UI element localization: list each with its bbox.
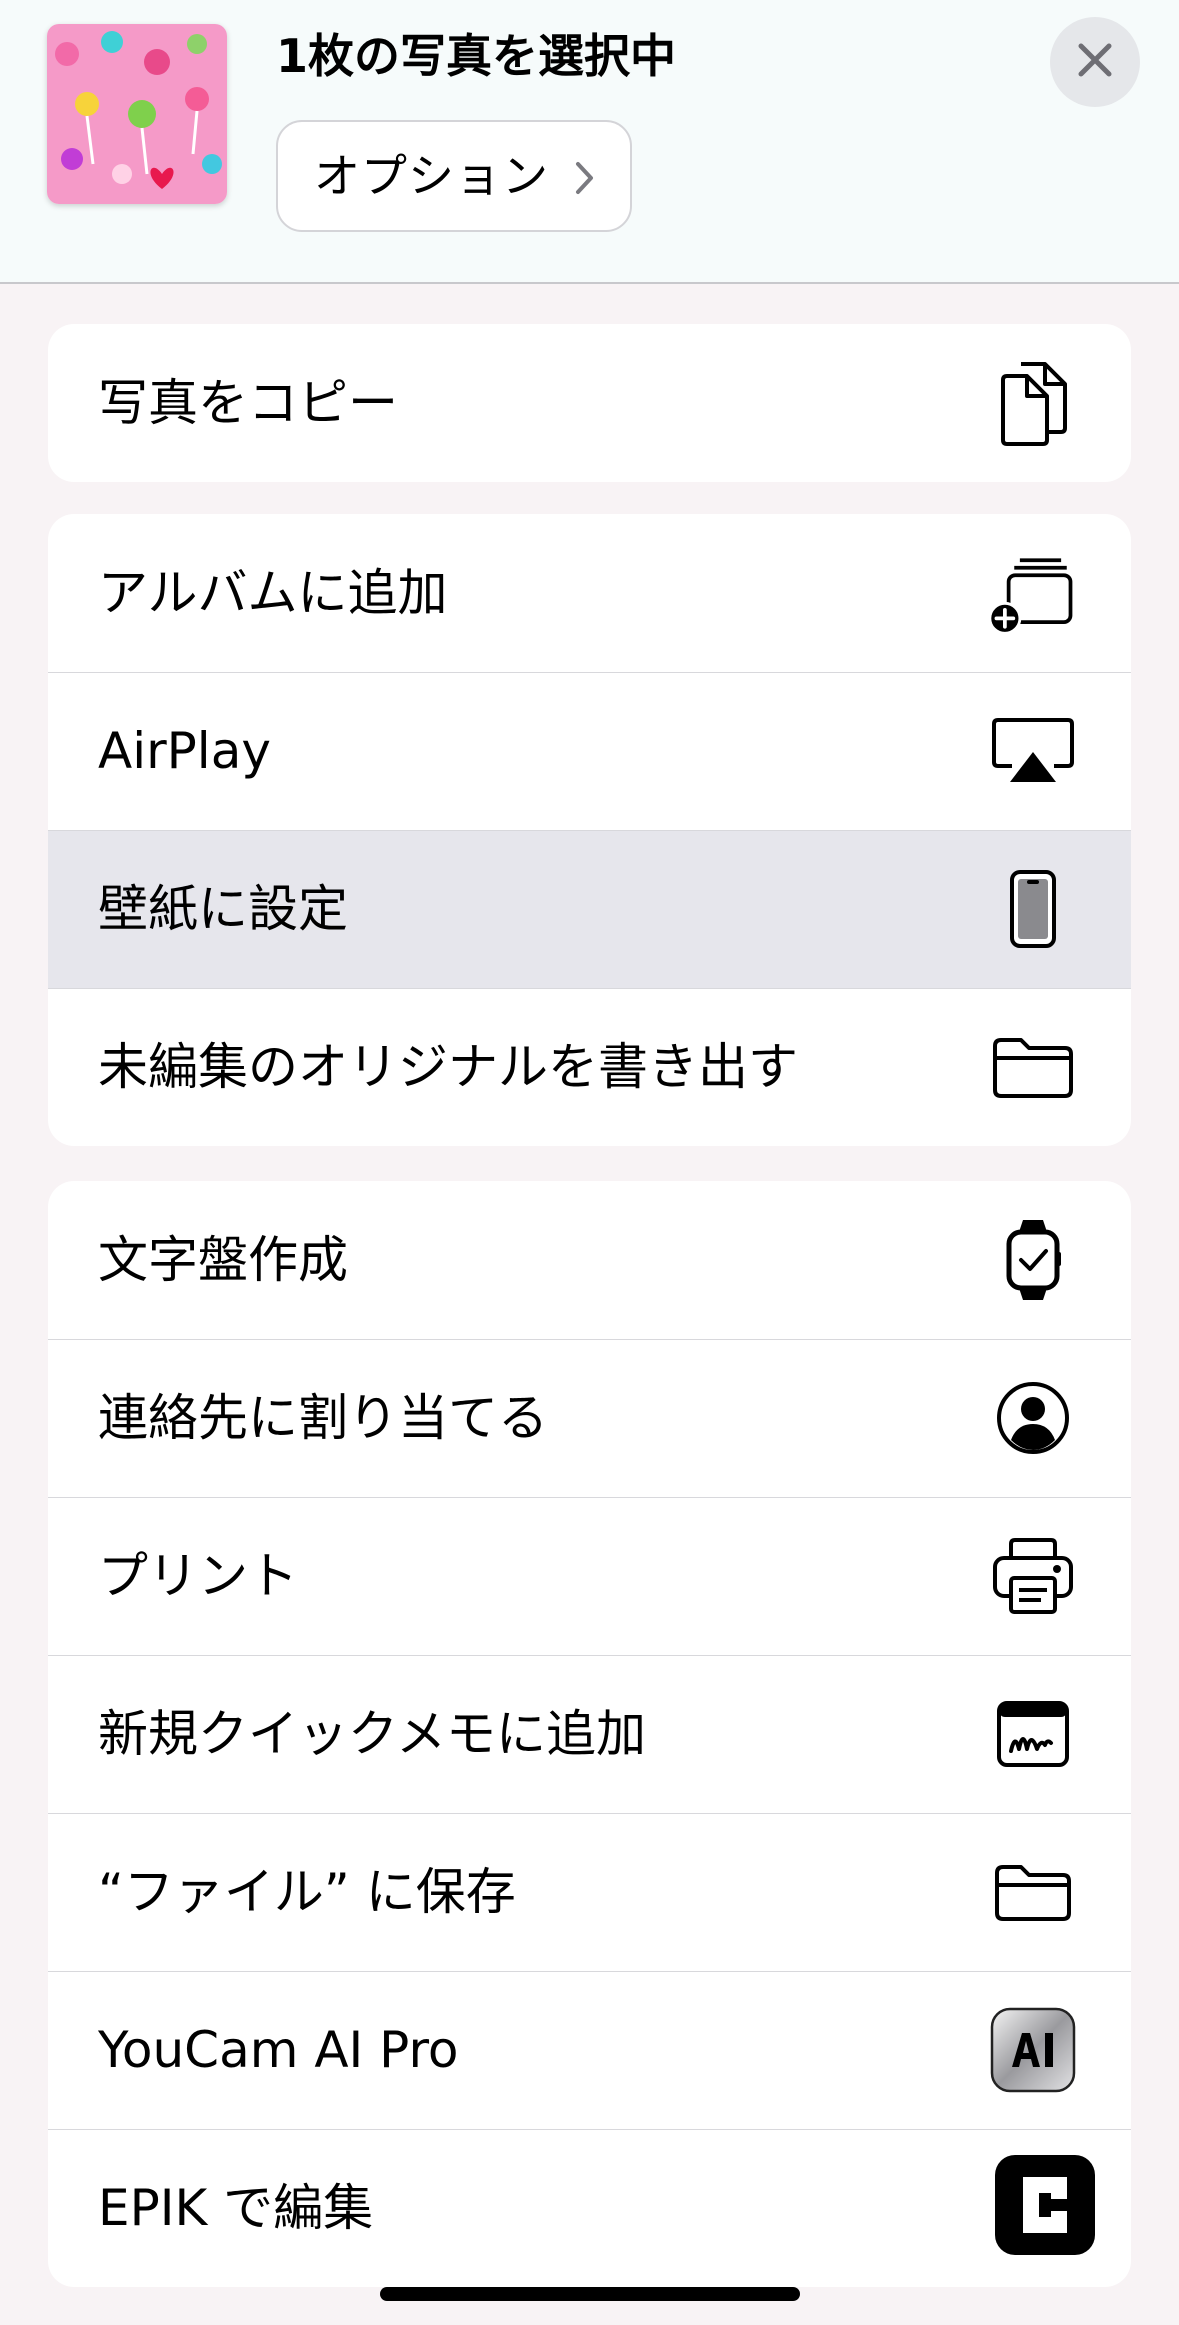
action-add-to-album[interactable]: アルバムに追加 xyxy=(48,514,1131,672)
action-label: 壁紙に設定 xyxy=(98,880,348,938)
action-group-copy: 写真をコピー xyxy=(48,324,1131,482)
iphone-icon xyxy=(988,864,1078,954)
action-label: EPIK で編集 xyxy=(98,2179,374,2237)
action-create-watch-face[interactable]: 文字盤作成 xyxy=(48,1181,1131,1339)
action-label: 未編集のオリジナルを書き出す xyxy=(98,1038,798,1096)
action-edit-with-epik[interactable]: EPIK で編集 xyxy=(48,2129,1131,2287)
add-to-album-icon xyxy=(988,548,1078,638)
folder-icon xyxy=(988,1022,1078,1112)
quick-note-icon xyxy=(988,1689,1078,1779)
action-label: YouCam AI Pro xyxy=(98,2021,459,2079)
folder-icon xyxy=(988,1847,1078,1937)
action-label: プリント xyxy=(98,1547,298,1605)
action-label: 連絡先に割り当てる xyxy=(98,1389,548,1447)
close-button[interactable] xyxy=(1050,17,1140,107)
action-airplay[interactable]: AirPlay xyxy=(48,672,1131,830)
airplay-icon xyxy=(988,706,1078,796)
action-label: 新規クイックメモに追加 xyxy=(98,1705,646,1763)
action-add-to-quick-note[interactable]: 新規クイックメモに追加 xyxy=(48,1655,1131,1813)
epik-app-icon xyxy=(993,2153,1097,2257)
selection-title: 1枚の写真を選択中 xyxy=(276,29,677,83)
close-icon xyxy=(1075,40,1115,84)
action-assign-to-contact[interactable]: 連絡先に割り当てる xyxy=(48,1339,1131,1497)
photo-thumbnail xyxy=(47,24,227,204)
watch-icon xyxy=(988,1215,1078,1305)
share-sheet-header: 1枚の写真を選択中 オプション xyxy=(0,0,1179,284)
action-export-unmodified-original[interactable]: 未編集のオリジナルを書き出す xyxy=(48,988,1131,1146)
action-save-to-files[interactable]: “ファイル” に保存 xyxy=(48,1813,1131,1971)
action-group-photo: アルバムに追加 AirPlay 壁紙に設定 未編集のオリジナルを書き出す xyxy=(48,514,1131,1146)
options-button[interactable]: オプション xyxy=(276,120,632,232)
chevron-right-icon xyxy=(574,160,596,200)
printer-icon xyxy=(988,1531,1078,1621)
action-label: 文字盤作成 xyxy=(98,1231,348,1289)
action-group-apps: 文字盤作成 連絡先に割り当てる プリント 新規クイックメモに追加 “ファイル” … xyxy=(48,1181,1131,2287)
action-label: アルバムに追加 xyxy=(98,564,448,622)
action-set-wallpaper[interactable]: 壁紙に設定 xyxy=(48,830,1131,988)
contact-icon xyxy=(988,1373,1078,1463)
copy-icon xyxy=(988,358,1078,448)
action-label: 写真をコピー xyxy=(98,374,398,432)
action-copy-photo[interactable]: 写真をコピー xyxy=(48,324,1131,482)
action-label: AirPlay xyxy=(98,722,271,780)
action-print[interactable]: プリント xyxy=(48,1497,1131,1655)
options-label: オプション xyxy=(314,149,549,203)
youcam-ai-pro-app-icon xyxy=(988,2005,1078,2095)
home-indicator[interactable] xyxy=(380,2287,800,2301)
action-youcam-ai-pro[interactable]: YouCam AI Pro xyxy=(48,1971,1131,2129)
action-label: “ファイル” に保存 xyxy=(98,1863,516,1921)
